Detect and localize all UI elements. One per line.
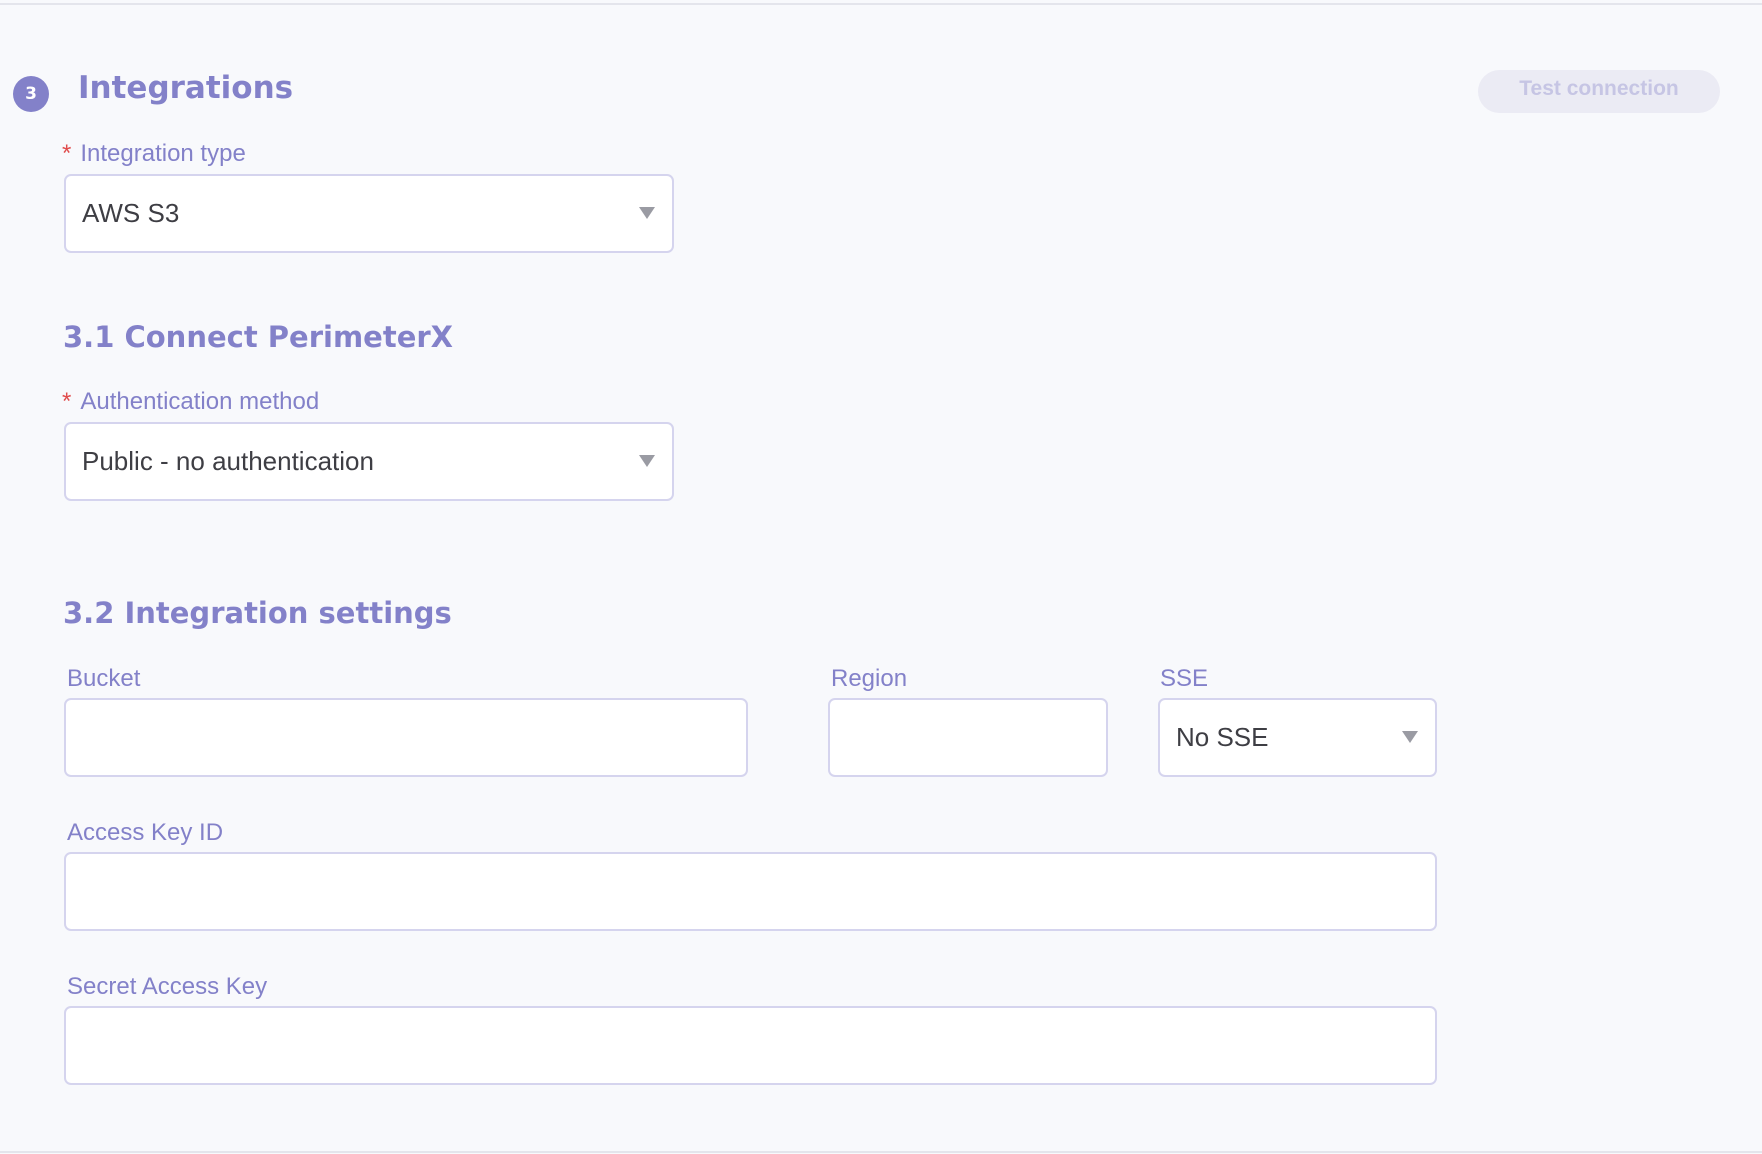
auth-method-value: Public - no authentication	[82, 446, 374, 476]
access-key-id-input[interactable]	[64, 852, 1437, 931]
connect-section-title: 3.1 Connect PerimeterX	[63, 320, 454, 354]
auth-method-label: * Authentication method	[62, 388, 319, 416]
region-label: Region	[831, 665, 908, 692]
chevron-down-icon	[1402, 731, 1418, 743]
top-divider	[0, 3, 1762, 5]
auth-method-select[interactable]: Public - no authentication	[64, 422, 674, 501]
bucket-label: Bucket	[67, 665, 141, 692]
secret-access-key-label: Secret Access Key	[67, 973, 268, 1000]
step-number-badge: 3	[13, 76, 49, 112]
secret-access-key-input[interactable]	[64, 1006, 1437, 1085]
sse-value: No SSE	[1176, 722, 1269, 752]
bucket-input[interactable]	[64, 698, 748, 777]
integration-type-select[interactable]: AWS S3	[64, 174, 674, 253]
sse-select[interactable]: No SSE	[1158, 698, 1437, 777]
sse-label: SSE	[1160, 665, 1209, 692]
chevron-down-icon	[639, 455, 655, 467]
bottom-divider	[0, 1151, 1762, 1153]
required-indicator: *	[62, 388, 72, 415]
region-input[interactable]	[828, 698, 1108, 777]
access-key-id-label: Access Key ID	[67, 819, 224, 846]
section-title: Integrations	[78, 70, 294, 106]
settings-section-title: 3.2 Integration settings	[63, 596, 452, 630]
required-indicator: *	[62, 140, 72, 167]
integration-type-value: AWS S3	[82, 198, 180, 228]
integration-type-label: * Integration type	[62, 140, 246, 168]
test-connection-button[interactable]: Test connection	[1478, 70, 1720, 113]
integration-type-label-text: Integration type	[80, 140, 246, 167]
chevron-down-icon	[639, 207, 655, 219]
auth-method-label-text: Authentication method	[80, 388, 320, 415]
